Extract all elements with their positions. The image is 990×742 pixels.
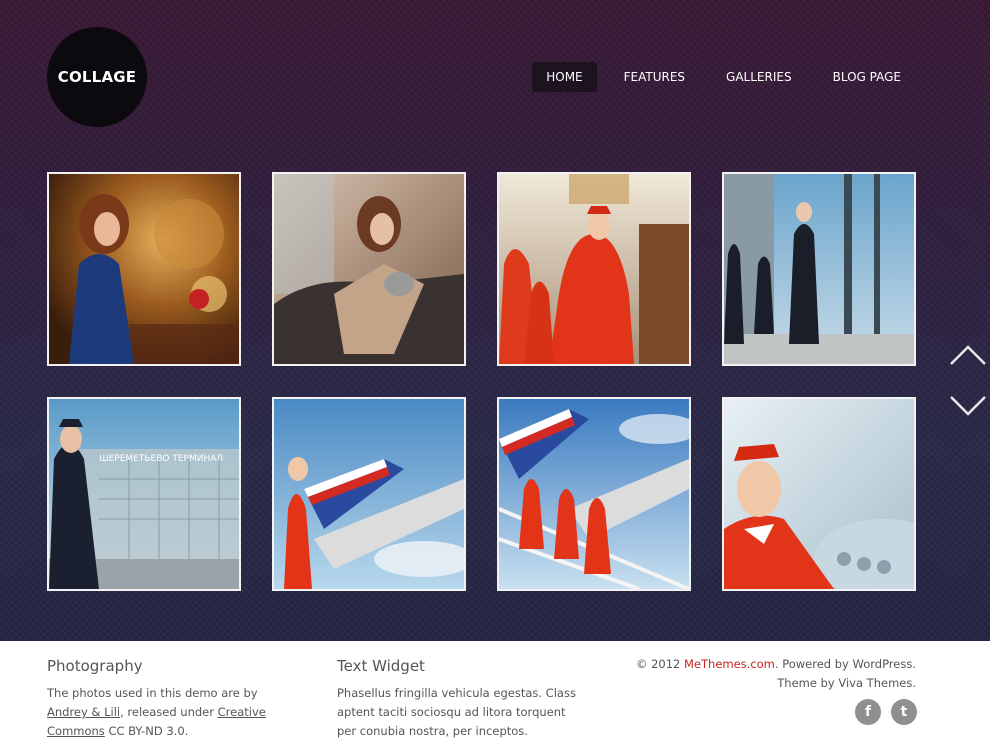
nav-home[interactable]: HOME	[532, 62, 597, 92]
gallery-thumbnail-1[interactable]	[47, 172, 241, 366]
text-widget-title: Text Widget	[337, 657, 425, 675]
twitter-icon[interactable]: t	[891, 699, 917, 725]
nav-blog-page[interactable]: BLOG PAGE	[819, 62, 915, 92]
nav-galleries[interactable]: GALLERIES	[712, 62, 806, 92]
credits-line-1: © 2012 MeThemes.com. Powered by WordPres…	[636, 655, 916, 674]
gallery-thumbnail-5[interactable]: ШЕРЕМЕТЬЕВО ТЕРМИНАЛ	[47, 397, 241, 591]
footer-photography-widget: Photography The photos used in this demo…	[47, 657, 287, 741]
chevron-up-icon[interactable]	[949, 343, 987, 367]
photography-text: The photos used in this demo are by Andr…	[47, 684, 287, 741]
nav-features[interactable]: FEATURES	[610, 62, 699, 92]
logo-text: COLLAGE	[57, 68, 137, 86]
facebook-icon[interactable]: f	[855, 699, 881, 725]
gallery-thumbnail-4[interactable]	[722, 172, 916, 366]
site-logo[interactable]: COLLAGE	[47, 27, 147, 127]
chevron-down-icon[interactable]	[949, 394, 987, 418]
gallery-thumbnail-7[interactable]	[497, 397, 691, 591]
brand-link[interactable]: MeThemes.com	[684, 657, 775, 671]
photography-title: Photography	[47, 657, 143, 675]
author-link[interactable]: Andrey & Lili	[47, 705, 120, 719]
hero-section: COLLAGE HOME FEATURES GALLERIES BLOG PAG…	[0, 0, 990, 641]
powered-by-text: . Powered by WordPress.	[774, 657, 916, 671]
gallery-thumbnail-6[interactable]	[272, 397, 466, 591]
photography-text-part: CC BY-ND 3.0.	[104, 724, 189, 738]
twitter-glyph: t	[900, 704, 908, 720]
site-footer: Photography The photos used in this demo…	[0, 641, 990, 742]
gallery-thumbnail-8[interactable]	[722, 397, 916, 591]
photography-text-part: , released under	[120, 705, 218, 719]
terminal-sign-text: ШЕРЕМЕТЬЕВО ТЕРМИНАЛ	[99, 454, 223, 464]
credits-line-2: Theme by Viva Themes.	[777, 676, 916, 690]
footer-credits: © 2012 MeThemes.com. Powered by WordPres…	[636, 655, 916, 693]
copyright-text: © 2012	[635, 657, 685, 671]
text-widget-body: Phasellus fringilla vehicula egestas. Cl…	[337, 686, 576, 738]
gallery-thumbnail-3[interactable]	[497, 172, 691, 366]
footer-text-widget: Text Widget Phasellus fringilla vehicula…	[337, 657, 577, 741]
gallery-thumbnail-2[interactable]	[272, 172, 466, 366]
photography-text-part: The photos used in this demo are by	[47, 686, 258, 700]
facebook-glyph: f	[864, 704, 872, 720]
main-nav: HOME FEATURES GALLERIES BLOG PAGE	[519, 62, 915, 92]
